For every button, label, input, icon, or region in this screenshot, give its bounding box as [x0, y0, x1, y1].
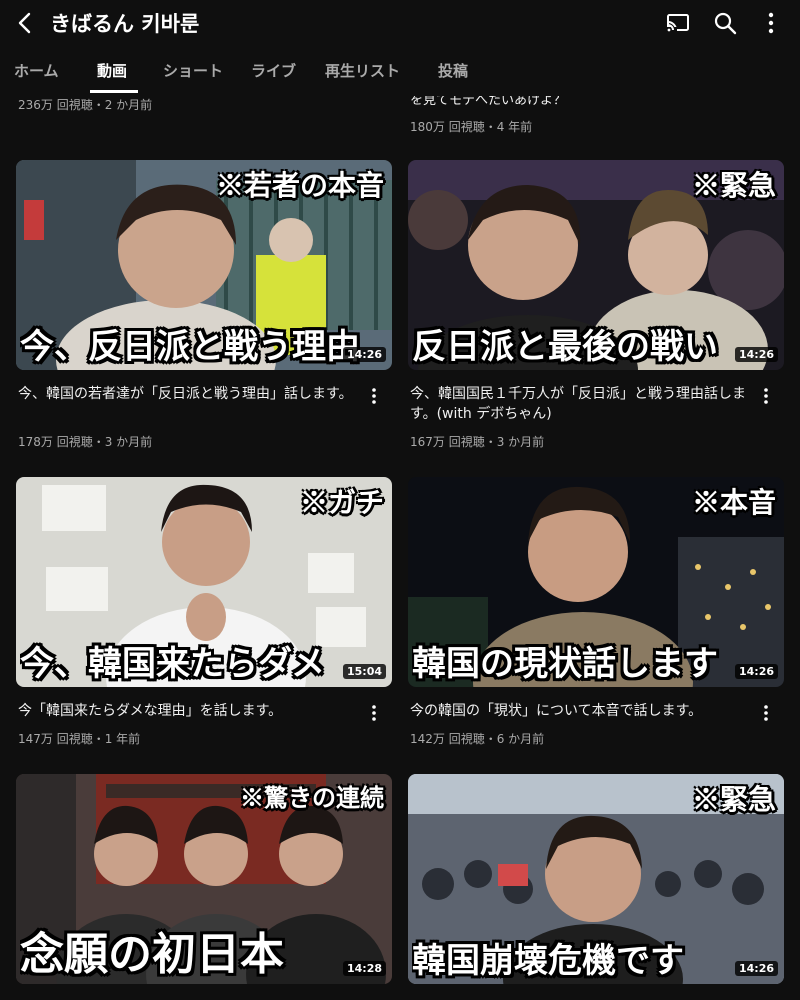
back-arrow-icon[interactable]: [12, 9, 40, 37]
thumbnail-caption: 今、韓国来たらダメ: [20, 644, 325, 684]
video-meta: 178万 回視聴・3 か月前: [18, 435, 153, 449]
cast-icon[interactable]: [664, 9, 692, 37]
active-tab-indicator: [90, 90, 138, 93]
video-card[interactable]: ※緊急 韓国崩壊危機です 14:26: [408, 774, 784, 984]
more-vert-icon[interactable]: [758, 703, 774, 723]
thumbnail-tag: ※驚きの連続: [240, 783, 384, 812]
thumbnail-caption: 今、反日派と戦う理由: [20, 327, 360, 367]
duration-badge: 14:28: [342, 961, 386, 976]
video-title[interactable]: 今の韓国の「現状」について本音で話します。: [410, 701, 750, 721]
tab-playlists[interactable]: 再生リスト: [325, 60, 400, 81]
more-vert-icon[interactable]: [758, 386, 774, 406]
video-thumbnail[interactable]: ※ガチ 今、韓国来たらダメ 15:04: [16, 477, 392, 687]
video-card[interactable]: ※緊急 反日派と最後の戦い 14:26 今、韓国国民１千万人が「反日派」と戦う理…: [408, 160, 784, 449]
thumbnail-tag: ※緊急: [691, 169, 776, 202]
thumbnail-caption: 念願の初日本: [20, 929, 284, 980]
video-thumbnail[interactable]: ※若者の本音 今、反日派と戦う理由 14:26: [16, 160, 392, 370]
video-thumbnail[interactable]: ※緊急 韓国崩壊危機です 14:26: [408, 774, 784, 984]
video-card[interactable]: ※若者の本音 今、反日派と戦う理由 14:26 今、韓国の若者達が「反日派と戦う…: [16, 160, 392, 449]
video-thumbnail[interactable]: ※本音 韓国の現状話します 14:26: [408, 477, 784, 687]
tab-posts[interactable]: 投稿: [438, 60, 468, 81]
thumbnail-tag: ※ガチ: [299, 486, 384, 519]
video-title[interactable]: 今、韓国国民１千万人が「反日派」と戦う理由話します。(with デボちゃん): [410, 384, 750, 424]
video-title[interactable]: 今「韓国来たらダメな理由」を話します。: [18, 701, 358, 721]
video-meta: 167万 回視聴・3 か月前: [410, 435, 545, 449]
video-thumbnail[interactable]: ※驚きの連続 念願の初日本 14:28: [16, 774, 392, 984]
duration-badge: 14:26: [734, 347, 778, 362]
tab-videos[interactable]: 動画: [97, 60, 127, 81]
duration-badge: 14:26: [342, 347, 386, 362]
channel-header: きばるん 키바룬: [0, 0, 800, 46]
duration-badge: 14:26: [734, 664, 778, 679]
thumbnail-tag: ※本音: [691, 486, 776, 519]
video-card[interactable]: ※驚きの連続 念願の初日本 14:28: [16, 774, 392, 984]
video-title[interactable]: を見てモテへたいあけよ？: [410, 96, 566, 106]
video-title[interactable]: 今、韓国の若者達が「反日派と戦う理由」話します。: [18, 384, 358, 404]
video-meta: 236万 回視聴・2 か月前: [18, 98, 153, 112]
video-meta: 147万 回視聴・1 年前: [18, 732, 141, 746]
video-meta: 180万 回視聴・4 年前: [410, 120, 533, 134]
more-vert-icon[interactable]: [366, 703, 382, 723]
video-card[interactable]: ※本音 韓国の現状話します 14:26 今の韓国の「現状」について本音で話します…: [408, 477, 784, 757]
search-icon[interactable]: [711, 9, 739, 37]
duration-badge: 15:04: [342, 664, 386, 679]
thumbnail-caption: 反日派と最後の戦い: [412, 327, 718, 367]
channel-title: きばるん 키바룬: [50, 12, 200, 36]
thumbnail-caption: 韓国崩壊危機です: [412, 941, 684, 981]
tab-home[interactable]: ホーム: [14, 60, 59, 81]
video-card[interactable]: ※ガチ 今、韓国来たらダメ 15:04 今「韓国来たらダメな理由」を話します。 …: [16, 477, 392, 757]
bottom-edge: [0, 992, 800, 1000]
channel-tabs: ホーム 動画 ショート ライブ 再生リスト 投稿: [0, 48, 800, 92]
duration-badge: 14:26: [734, 961, 778, 976]
video-thumbnail[interactable]: ※緊急 反日派と最後の戦い 14:26: [408, 160, 784, 370]
tab-shorts[interactable]: ショート: [163, 60, 223, 81]
thumbnail-tag: ※若者の本音: [215, 169, 384, 202]
thumbnail-caption: 韓国の現状話します: [412, 644, 718, 684]
more-vert-icon[interactable]: [366, 386, 382, 406]
tab-live[interactable]: ライブ: [251, 60, 296, 81]
more-vert-icon[interactable]: [757, 9, 785, 37]
thumbnail-tag: ※緊急: [691, 783, 776, 816]
video-meta: 142万 回視聴・6 か月前: [410, 732, 545, 746]
